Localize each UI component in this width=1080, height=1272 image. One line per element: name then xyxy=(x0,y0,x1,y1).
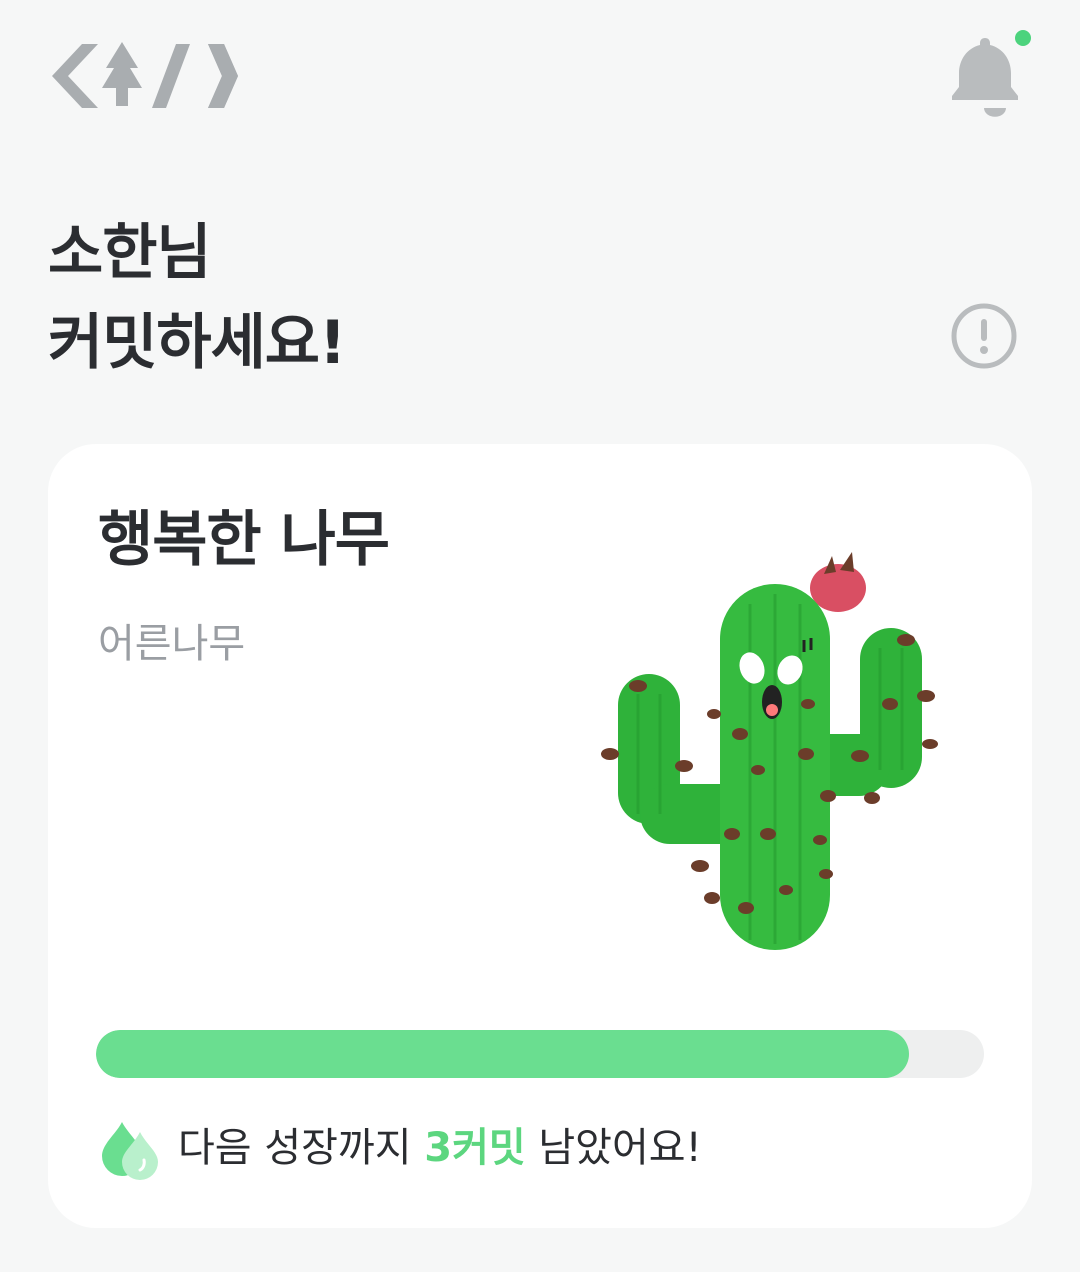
greeting-title: 소한님 커밋하세요! xyxy=(48,208,346,388)
greeting-line-2: 커밋하세요! xyxy=(48,308,346,378)
next-growth-count: 3커밋 xyxy=(424,1125,526,1171)
tree-card[interactable]: 행복한 나무 어른나무 다음 성장까지 3커밋 남았어요! xyxy=(48,444,1032,1228)
next-growth-info: 다음 성장까지 3커밋 남았어요! xyxy=(98,1116,702,1180)
home-screen: 소한님 커밋하세요! 행복한 나무 어른나무 다음 성장까지 3커밋 남았어요! xyxy=(0,0,1080,1272)
growth-progress-bar xyxy=(96,1030,984,1078)
unread-dot xyxy=(1015,30,1031,46)
tree-level: 어른나무 xyxy=(98,621,246,667)
cactus-character-icon xyxy=(601,552,938,950)
next-growth-text: 다음 성장까지 3커밋 남았어요! xyxy=(178,1120,702,1176)
water-drops-icon xyxy=(102,1122,158,1180)
app-logo-icon xyxy=(52,42,238,108)
notification-bell-icon[interactable] xyxy=(946,30,1036,120)
next-growth-prefix: 다음 성장까지 xyxy=(178,1125,425,1171)
growth-progress-fill xyxy=(96,1030,909,1078)
greeting-line-1: 소한님 xyxy=(48,218,212,288)
next-growth-suffix: 남았어요! xyxy=(525,1125,702,1171)
tree-name: 행복한 나무 xyxy=(98,505,390,575)
info-exclamation-icon[interactable] xyxy=(948,300,1020,372)
